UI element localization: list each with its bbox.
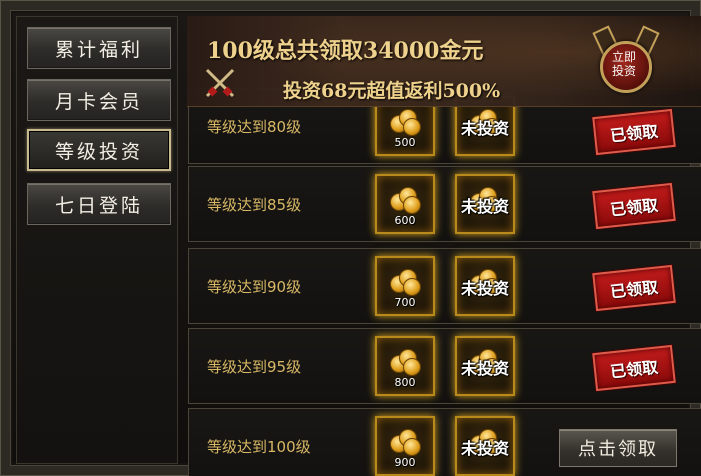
sidebar-item-cumulative-benefits[interactable]: 累计福利 (27, 27, 171, 69)
invest-reward-slot[interactable]: 未投资 (455, 174, 515, 234)
reward-amount: 800 (394, 376, 416, 389)
gold-reward-slot[interactable]: 700 (375, 256, 435, 316)
sidebar: 累计福利 月卡会员 等级投资 七日登陆 (16, 16, 178, 464)
sidebar-item-label: 等级投资 (54, 140, 143, 163)
gold-reward-slot[interactable]: 600 (375, 174, 435, 234)
reward-row: 等级达到95级 800 未投资 已领取 (188, 328, 701, 404)
reward-row: 等级达到90级 700 未投资 已领取 (188, 248, 701, 324)
reward-row-label: 等级达到100级 (207, 437, 311, 456)
gold-coins-icon (390, 109, 421, 136)
not-invested-label: 未投资 (460, 119, 509, 138)
invest-reward-slot[interactable]: 未投资 (455, 336, 515, 396)
reward-amount: 900 (394, 456, 416, 469)
reward-amount: 500 (394, 136, 416, 149)
not-invested-label: 未投资 (460, 359, 509, 378)
invest-reward-slot[interactable]: 未投资 (455, 256, 515, 316)
sidebar-item-label: 累计福利 (54, 38, 143, 61)
reward-row: 等级达到85级 600 未投资 已领取 (188, 166, 701, 242)
gold-coins-icon (390, 429, 421, 456)
invest-now-button[interactable]: 立即 投资 (589, 25, 660, 96)
not-invested-label: 未投资 (460, 197, 509, 216)
sidebar-item-level-investment[interactable]: 等级投资 (27, 129, 171, 171)
invest-reward-slot[interactable]: 未投资 (455, 416, 515, 476)
reward-amount: 700 (394, 296, 416, 309)
sidebar-item-monthly-card[interactable]: 月卡会员 (27, 79, 171, 121)
gold-reward-slot[interactable]: 900 (375, 416, 435, 476)
claimed-stamp: 已领取 (592, 108, 676, 156)
not-invested-label: 未投资 (460, 279, 509, 298)
claimed-stamp: 已领取 (592, 264, 676, 312)
reward-row-label: 等级达到90级 (207, 277, 302, 296)
reward-row-label: 等级达到85级 (207, 195, 302, 214)
not-invested-label: 未投资 (460, 439, 509, 458)
sidebar-item-label: 七日登陆 (54, 194, 143, 217)
reward-row: 等级达到100级 900 未投资 点击领取 (188, 408, 701, 476)
sidebar-item-label: 月卡会员 (54, 90, 143, 113)
gold-coins-icon (390, 349, 421, 376)
claimed-stamp: 已领取 (592, 182, 676, 230)
gold-coins-icon (390, 187, 421, 214)
reward-amount: 600 (394, 214, 416, 227)
crossed-swords-icon (205, 68, 235, 98)
sidebar-item-seven-day-login[interactable]: 七日登陆 (27, 183, 171, 225)
claimed-stamp: 已领取 (592, 344, 676, 392)
invest-now-label: 立即 投资 (611, 50, 636, 78)
banner-headline: 100级总共领取34000金元 (207, 38, 484, 64)
investment-banner: 100级总共领取34000金元 投资68元超值返利500% 立即 投资 (187, 16, 701, 107)
banner-subline: 投资68元超值返利500% (283, 80, 501, 102)
gold-reward-slot[interactable]: 800 (375, 336, 435, 396)
claim-button[interactable]: 点击领取 (559, 429, 677, 467)
gold-coins-icon (390, 269, 421, 296)
reward-row-label: 等级达到95级 (207, 357, 302, 376)
